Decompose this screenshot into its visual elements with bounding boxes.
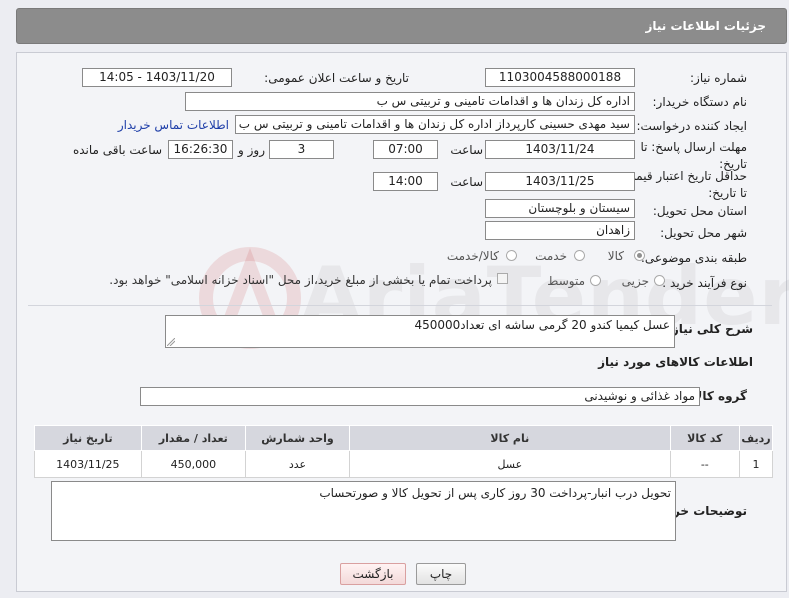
category-service-radio[interactable]: [574, 250, 585, 261]
table-header-row: ردیف کد کالا نام کالا واحد شمارش تعداد /…: [34, 425, 773, 451]
reply-date-field: 1403/11/24: [485, 140, 635, 159]
cell-unit: عدد: [244, 450, 351, 478]
province-label: استان محل تحویل:: [652, 204, 747, 218]
category-service-label: خدمت: [535, 249, 567, 263]
category-goods-radio[interactable]: [634, 250, 645, 261]
days-left-field: 3: [269, 140, 334, 159]
buyer-org-label: نام دستگاه خریدار:: [652, 95, 748, 109]
cell-row-number: 1: [739, 450, 773, 478]
reply-time-field: 07:00: [373, 140, 438, 159]
table-row: 1 -- عسل عدد 450,000 1403/11/25: [34, 450, 773, 478]
goods-info-heading: اطلاعات کالاهای مورد نیاز: [598, 355, 753, 369]
category-goods-service-label: کالا/خدمت: [446, 249, 499, 263]
col-row-number: ردیف: [739, 425, 773, 451]
category-goods-label: کالا: [607, 249, 624, 263]
announce-datetime-field: 1403/11/20 - 14:05: [82, 68, 232, 87]
cell-item-code: --: [669, 450, 741, 478]
cell-need-date: 1403/11/25: [34, 450, 142, 478]
need-number-label: شماره نیاز:: [690, 71, 747, 85]
process-medium-label: متوسط: [547, 274, 585, 288]
time-remaining-label: ساعت باقی مانده: [72, 143, 162, 157]
goods-table: ردیف کد کالا نام کالا واحد شمارش تعداد /…: [34, 425, 773, 478]
buyer-org-field: اداره کل زندان ها و اقدامات تامینی و ترب…: [185, 92, 635, 111]
print-button[interactable]: چاپ: [416, 563, 466, 585]
time-left-field: 16:26:30: [168, 140, 233, 159]
category-label: طبقه بندی موضوعی:: [640, 251, 747, 265]
col-need-date: تاریخ نیاز: [34, 425, 142, 451]
validity-time-label: ساعت: [450, 175, 483, 189]
requester-field: سید مهدی حسینی کارپرداز اداره کل زندان ه…: [235, 115, 635, 134]
province-field: سیستان و بلوچستان: [485, 199, 635, 218]
days-and-label: روز و: [238, 143, 265, 157]
resize-grip-icon[interactable]: [167, 338, 175, 346]
process-medium-radio[interactable]: [590, 275, 601, 286]
treasury-payment-note: پرداخت تمام یا بخشی از مبلغ خرید،از محل …: [109, 273, 492, 287]
city-label: شهر محل تحویل:: [660, 226, 747, 240]
requester-label: ایجاد کننده درخواست:: [636, 119, 747, 133]
announce-datetime-label: تاریخ و ساعت اعلان عمومی:: [264, 71, 409, 85]
validity-date-field: 1403/11/25: [485, 172, 635, 191]
page-header: جزئیات اطلاعات نیاز: [16, 8, 787, 44]
divider: [28, 305, 772, 306]
description-textarea[interactable]: عسل کیمیا کندو 20 گرمی ساشه ای تعداد4500…: [165, 315, 675, 348]
cell-quantity: 450,000: [140, 450, 246, 478]
col-item-name: نام کالا: [349, 425, 671, 451]
treasury-payment-checkbox[interactable]: [497, 273, 508, 284]
col-quantity: تعداد / مقدار: [140, 425, 246, 451]
process-type-label: نوع فرآیند خرید :: [662, 276, 747, 290]
cell-item-name: عسل: [349, 450, 671, 478]
process-minor-radio[interactable]: [654, 275, 665, 286]
back-button[interactable]: بازگشت: [340, 563, 406, 585]
buyer-notes-textarea[interactable]: تحویل درب انبار-پرداخت 30 روز کاری پس از…: [51, 481, 676, 541]
validity-time-field: 14:00: [373, 172, 438, 191]
col-unit: واحد شمارش: [244, 425, 351, 451]
goods-group-field: مواد غذائی و نوشیدنی: [140, 387, 700, 406]
category-goods-service-radio[interactable]: [506, 250, 517, 261]
description-label: شرح کلی نیاز:: [667, 322, 753, 336]
col-item-code: کد کالا: [669, 425, 741, 451]
reply-time-label: ساعت: [450, 143, 483, 157]
contact-info-link[interactable]: اطلاعات تماس خریدار: [118, 118, 229, 132]
need-number-field: 1103004588000188: [485, 68, 635, 87]
city-field: زاهدان: [485, 221, 635, 240]
page-title: جزئیات اطلاعات نیاز: [645, 19, 766, 33]
process-minor-label: جزیی: [621, 274, 649, 288]
